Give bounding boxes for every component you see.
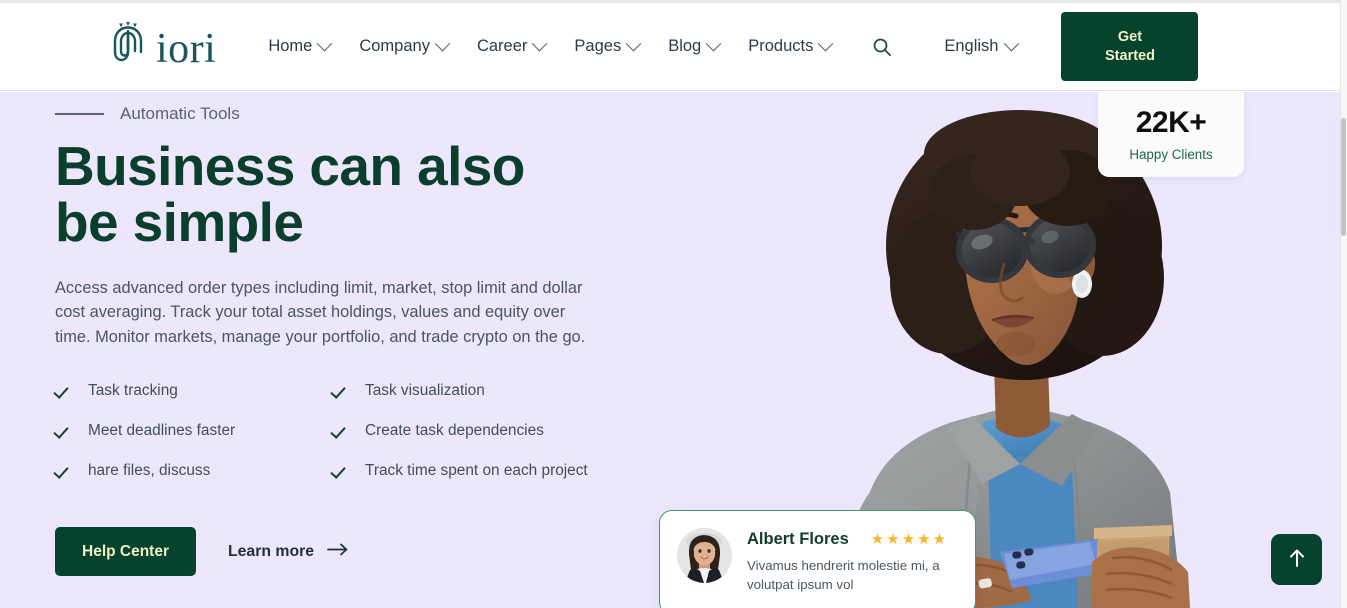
scrollbar-track[interactable]	[1340, 0, 1347, 608]
stat-value: 22K+	[1135, 105, 1207, 139]
star-icon: ★	[870, 531, 885, 548]
check-icon	[55, 423, 71, 439]
learn-more-link[interactable]: Learn more	[228, 543, 349, 561]
nav-label: Blog	[668, 37, 702, 55]
feature-list: Task tracking Task visualization Meet de…	[55, 382, 665, 480]
chevron-down-icon	[434, 35, 451, 52]
scrollbar-thumb[interactable]	[1341, 118, 1346, 236]
check-icon	[332, 423, 348, 439]
eyebrow-label: Automatic Tools	[120, 104, 240, 123]
help-center-button[interactable]: Help Center	[55, 527, 196, 577]
star-icon: ★	[917, 531, 931, 548]
get-started-button[interactable]: Get Started	[1061, 12, 1199, 81]
scroll-to-top-button[interactable]	[1271, 534, 1322, 585]
feature-item: Create task dependencies	[332, 422, 665, 440]
nav-label: Home	[268, 37, 313, 55]
language-value: English	[944, 37, 999, 55]
nav-item-products[interactable]: Products	[748, 35, 834, 56]
hero-content: Automatic Tools Business can also be sim…	[55, 92, 665, 577]
nav-item-blog[interactable]: Blog	[668, 35, 722, 56]
hero-eyebrow: Automatic Tools	[55, 104, 665, 124]
testimonial-text: Vivamus hendrerit molestie mi, a volutpa…	[747, 558, 940, 592]
testimonial-card: Albert Flores ★ ★ ★ ★ ★ Vivamus hendreri…	[659, 510, 976, 608]
star-icon: ★	[932, 531, 947, 548]
nav-item-company[interactable]: Company	[359, 35, 451, 56]
logo[interactable]: iori	[109, 21, 216, 72]
check-icon	[332, 463, 348, 479]
main-nav: Home Company Career Pages Blog Products	[268, 35, 834, 56]
arrow-up-icon	[1288, 548, 1306, 571]
nav-label: Company	[359, 37, 430, 55]
check-icon	[55, 383, 71, 399]
stat-label: Happy Clients	[1129, 146, 1213, 162]
feature-label: Create task dependencies	[365, 422, 544, 440]
star-icon: ★	[886, 531, 900, 548]
feature-item: Task visualization	[332, 382, 665, 400]
nav-label: Pages	[574, 37, 622, 55]
nav-item-home[interactable]: Home	[268, 35, 333, 56]
check-icon	[55, 463, 71, 479]
nav-item-pages[interactable]: Pages	[574, 35, 642, 56]
feature-item: Track time spent on each project	[332, 462, 665, 480]
logo-text: iori	[156, 25, 217, 72]
chevron-down-icon	[625, 35, 642, 52]
check-icon	[332, 383, 348, 399]
page-title: Business can also be simple	[55, 135, 525, 254]
language-selector[interactable]: English	[944, 35, 1020, 56]
rating-stars: ★ ★ ★ ★ ★	[871, 532, 946, 547]
reviewer-name: Albert Flores	[747, 530, 849, 548]
search-icon[interactable]	[872, 37, 892, 57]
hero-actions: Help Center Learn more	[55, 527, 665, 577]
feature-item: Task tracking	[55, 382, 332, 400]
stat-card-happy-clients: 22K+ Happy Clients	[1098, 92, 1244, 177]
nav-label: Career	[476, 37, 528, 55]
feature-item: Meet deadlines faster	[55, 422, 332, 440]
nav-item-career[interactable]: Career	[476, 35, 548, 56]
chevron-down-icon	[818, 35, 834, 52]
site-header: iori Home Company Career Pages Blog Prod…	[0, 3, 1340, 91]
cta-line-1: Get	[1117, 28, 1143, 45]
hero-description: Access advanced order types including li…	[55, 279, 586, 346]
feature-label: Task tracking	[88, 382, 178, 400]
testimonial-body: Albert Flores ★ ★ ★ ★ ★ Vivamus hendreri…	[747, 528, 947, 595]
avatar	[677, 528, 732, 583]
feature-label: Task visualization	[365, 382, 485, 400]
fingerprint-icon	[109, 21, 147, 72]
page-root: iori Home Company Career Pages Blog Prod…	[0, 0, 1347, 608]
eyebrow-dash	[55, 113, 104, 115]
hero-section: Automatic Tools Business can also be sim…	[0, 92, 1340, 608]
learn-more-label: Learn more	[228, 542, 315, 560]
arrow-right-icon	[327, 543, 349, 561]
feature-label: Track time spent on each project	[365, 462, 588, 480]
testimonial-header: Albert Flores ★ ★ ★ ★ ★	[747, 530, 947, 549]
chevron-down-icon	[317, 35, 333, 52]
chevron-down-icon	[532, 35, 548, 52]
cta-line-2: Started	[1105, 47, 1155, 64]
star-icon: ★	[901, 531, 916, 548]
feature-item: hare files, discuss	[55, 462, 332, 480]
feature-label: hare files, discuss	[88, 462, 211, 480]
chevron-down-icon	[1004, 35, 1020, 52]
feature-label: Meet deadlines faster	[88, 422, 236, 440]
chevron-down-icon	[705, 35, 722, 52]
nav-label: Products	[748, 37, 814, 55]
